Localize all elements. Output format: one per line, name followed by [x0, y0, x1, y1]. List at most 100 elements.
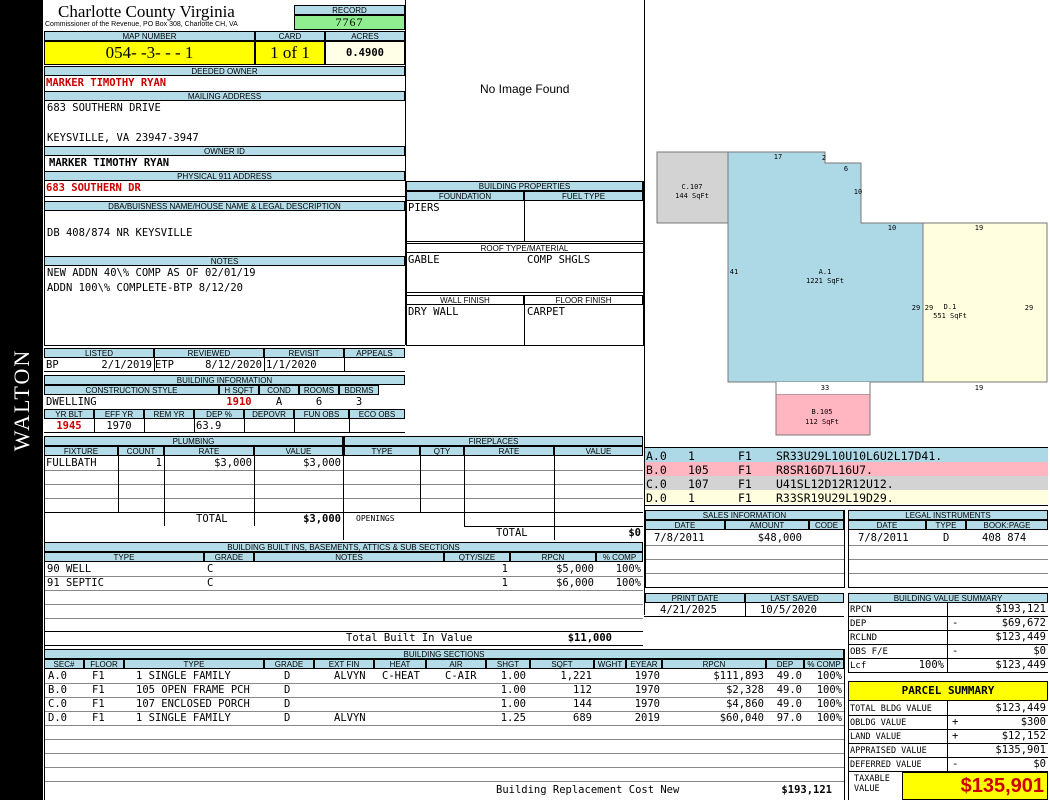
legal-bookpage: 408 874 — [982, 532, 1027, 544]
trace-d-sec: D.0 — [646, 491, 667, 505]
county-title: Charlotte County Virginia — [58, 2, 235, 21]
roof-type: GABLE — [408, 254, 440, 266]
bvs-title: BUILDING VALUE SUMMARY — [848, 593, 1048, 603]
record-number: 7767 — [294, 15, 405, 30]
sec-col-grade: GRADE — [264, 659, 314, 669]
sec-b-eyear: 1970 — [634, 684, 660, 696]
sketch-c-area: 144 SqFt — [675, 192, 709, 200]
sec-b-shgt: 1.00 — [500, 684, 526, 696]
sec-d-rpcn: $60,040 — [719, 712, 764, 724]
builtins-title: BUILDING BUILT INS, BASEMENTS, ATTICS & … — [44, 542, 643, 552]
wall-finish-value: DRY WALL — [408, 306, 459, 318]
yrblt-label: YR BLT — [44, 409, 94, 419]
sketch-section-a — [727, 151, 924, 383]
sketch-d-area: 551 SqFt — [933, 312, 967, 320]
sec-c-grade: D — [284, 698, 291, 710]
sec-b-sec: B.0 — [48, 684, 67, 696]
fuel-type-label: FUEL TYPE — [524, 191, 643, 201]
print-date-label: PRINT DATE — [645, 593, 745, 603]
plumb-value: $3,000 — [303, 457, 341, 469]
foundation-value: PIERS — [408, 202, 440, 214]
bvs-lcf-label: Lcf — [850, 661, 867, 671]
taxable-value-label: TAXABLE VALUE — [854, 774, 890, 794]
deeded-owner-label: DEEDED OWNER — [44, 66, 405, 76]
sec-d-ext: ALVYN — [334, 712, 366, 724]
ps-deferred-value: $0 — [1033, 758, 1046, 770]
dim-33: 33 — [820, 384, 830, 392]
sections-title: BUILDING SECTIONS — [44, 649, 844, 659]
taxable-value: $135,901 — [902, 772, 1048, 800]
plumb-col-rate: RATE — [164, 446, 254, 456]
sec-col-rpcn: RPCN — [662, 659, 766, 669]
bvs-rclnd-label: RCLND — [850, 633, 878, 643]
legal-col-bookpage: BOOK:PAGE — [966, 520, 1048, 530]
sec-c-type: 107 ENCLOSED PORCH — [136, 698, 250, 710]
sec-a-heat: C-HEAT — [382, 670, 420, 682]
plumb-total-label: TOTAL — [196, 513, 228, 525]
fireplaces-title: FIREPLACES — [344, 436, 643, 446]
ps-deferred-label: DEFERRED VALUE — [850, 760, 922, 770]
sec-d-sqft: 689 — [573, 712, 592, 724]
bi-row-1-grade: C — [207, 563, 214, 575]
sec-d-shgt: 1.25 — [500, 712, 526, 724]
yrblt-value: 1945 — [56, 420, 82, 432]
sec-d-dep: 97.0 — [776, 712, 802, 724]
dep-label: DEP % — [194, 409, 244, 419]
ps-obldg-label: OBLDG VALUE — [850, 718, 907, 728]
commissioner-address: Commissioner of the Revenue, PO Box 308,… — [45, 21, 238, 28]
bi-row-1-pct: 100% — [615, 563, 641, 575]
legal-col-type: TYPE — [926, 520, 966, 530]
ps-land-value: $12,152 — [1001, 730, 1046, 742]
no-image-text: No Image Found — [480, 82, 570, 96]
trace-d-code: R33SR19U29L19D29. — [776, 491, 894, 505]
sec-col-wght: WGHT — [594, 659, 626, 669]
notes-label: NOTES — [44, 256, 405, 266]
dim-19b: 19 — [974, 384, 984, 392]
bvs-rclnd-value: $123,449 — [995, 631, 1046, 643]
trace-c-num: 107 — [688, 477, 709, 491]
construction-style-label: CONSTRUCTION STYLE — [44, 385, 219, 395]
sec-a-pct: 100% — [816, 670, 842, 682]
sec-a-sqft: 1,221 — [560, 670, 592, 682]
etp-label: ETP — [155, 359, 174, 371]
sec-col-type: TYPE — [124, 659, 264, 669]
dep-value: 63.9 — [196, 420, 222, 432]
bvs-rpcn-label: RPCN — [850, 605, 872, 615]
ps-obldg-value: $300 — [1020, 716, 1046, 728]
sec-c-pct: 100% — [816, 698, 842, 710]
mailing-line-1: 683 SOUTHERN DRIVE — [47, 102, 161, 114]
listed-date: 2/1/2019 — [101, 359, 152, 371]
bi-row-1-qty: 1 — [501, 563, 508, 575]
hsqft-value: 1910 — [226, 396, 252, 408]
fire-total: $0 — [628, 527, 641, 539]
trace-c-floor: F1 — [738, 477, 752, 491]
trace-a-floor: F1 — [738, 449, 752, 463]
sketch-a-label: A.1 — [818, 268, 832, 276]
sales-col-code: CODE — [809, 520, 844, 530]
legal-description-label: DBA/BUISNESS NAME/HOUSE NAME & LEGAL DES… — [44, 201, 405, 211]
fire-total-label: TOTAL — [496, 527, 528, 539]
dim-17: 17 — [773, 153, 783, 161]
ecoobs-label: ECO OBS — [349, 409, 405, 419]
sec-c-floor: F1 — [92, 698, 105, 710]
plumb-col-value: VALUE — [254, 446, 343, 456]
sec-b-sqft: 112 — [573, 684, 592, 696]
physical-address: 683 SOUTHERN DR — [46, 182, 141, 194]
building-properties-title: BUILDING PROPERTIES — [406, 181, 643, 191]
sec-c-eyear: 1970 — [634, 698, 660, 710]
trace-a-num: 1 — [688, 449, 695, 463]
mailing-address-label: MAILING ADDRESS — [44, 91, 405, 101]
hsqft-label: H SQFT — [219, 385, 259, 395]
ps-total-bldg-label: TOTAL BLDG VALUE — [850, 704, 932, 714]
revisit-label: REVISIT — [264, 348, 344, 358]
dim-10a: 10 — [853, 188, 863, 196]
map-number-label: MAP NUMBER — [44, 31, 255, 41]
sec-b-type: 105 OPEN FRAME PCH — [136, 684, 250, 696]
builtins-total-label: Total Built In Value — [346, 632, 473, 644]
sec-col-air: AIR — [426, 659, 486, 669]
sketch-a-area: 1221 SqFt — [806, 277, 844, 285]
sec-col-heat: HEAT — [374, 659, 426, 669]
bi-col-grade: GRADE — [204, 552, 254, 562]
bi-row-2-pct: 100% — [615, 577, 641, 589]
sketch-b-label: B.105 — [811, 408, 833, 416]
